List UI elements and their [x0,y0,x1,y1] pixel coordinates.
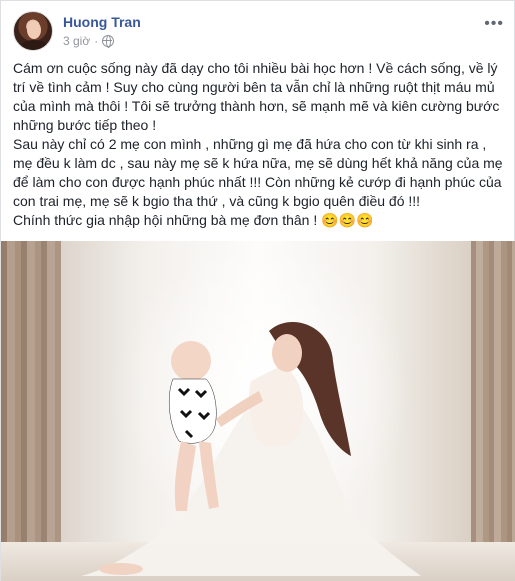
facebook-post: Huong Tran 3 giờ · ••• Cám ơn cuộc sống … [0,0,515,581]
author-name[interactable]: Huong Tran [63,13,141,31]
post-meta: 3 giờ · [63,33,115,49]
post-text: Cám ơn cuộc sống này đã dạy cho tôi nhiề… [13,59,505,230]
avatar-body [20,40,48,50]
meta-separator: · [94,34,99,48]
post-photo[interactable] [1,241,515,581]
ellipsis-icon[interactable]: ••• [484,15,504,33]
post-time[interactable]: 3 giờ [63,33,90,49]
post-paragraph-2: Sau này chỉ có 2 mẹ con mình , những gì … [13,136,503,209]
mother-child-illustration [81,322,421,576]
globe-icon[interactable] [102,35,115,48]
post-header: Huong Tran 3 giờ · ••• [13,11,504,51]
post-paragraph-3: Chính thức gia nhập hội những bà mẹ đơn … [13,212,374,228]
avatar[interactable] [13,11,53,51]
avatar-face [27,21,41,39]
post-paragraph-1: Cám ơn cuộc sống này đã dạy cho tôi nhiề… [13,60,500,133]
